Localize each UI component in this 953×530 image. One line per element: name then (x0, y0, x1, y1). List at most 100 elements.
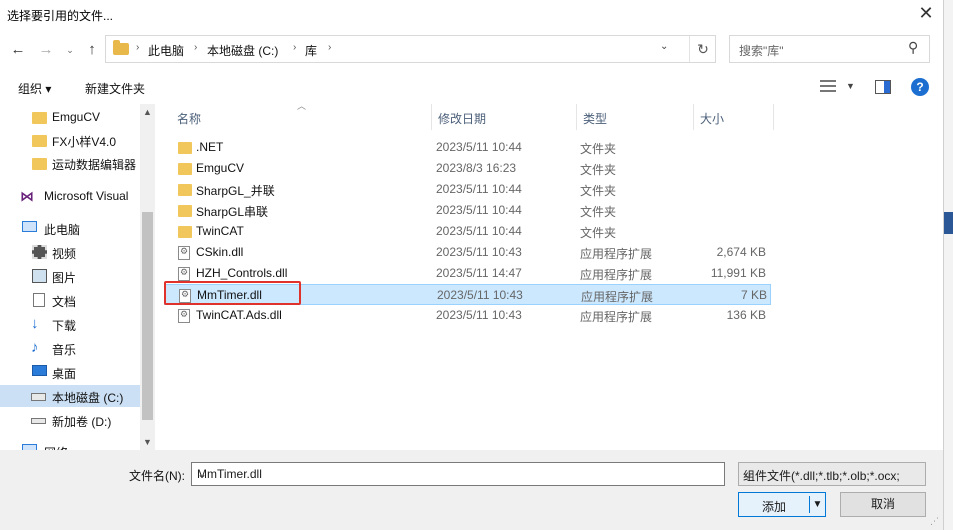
desktop-icon (32, 365, 47, 376)
chevron-right-icon[interactable]: › (293, 42, 296, 53)
chevron-right-icon[interactable]: › (194, 42, 197, 53)
sidebar-item-visual-studio[interactable]: ⋈ Microsoft Visual (0, 185, 140, 207)
dll-file-icon (178, 267, 190, 281)
sidebar-item-emgucv[interactable]: EmguCV (0, 106, 140, 128)
file-list: ︿ 名称 修改日期 类型 大小 .NET 2023/5/11 10:44 文件夹 Em… (155, 101, 943, 450)
address-dropdown-icon[interactable]: ⌄ (660, 41, 668, 52)
file-row[interactable]: EmguCV 2023/8/3 16:23 文件夹 (164, 158, 771, 179)
sidebar-item-label: FX小样V4.0 (52, 135, 117, 149)
file-type: 应用程序扩展 (580, 310, 653, 324)
sidebar-item-fx[interactable]: FX小样V4.0 (0, 129, 140, 151)
address-bar[interactable]: › 此电脑 › 本地磁盘 (C:) › 库 › ⌄ ↻ (105, 35, 716, 63)
file-size: 2,674 KB (716, 245, 766, 259)
folder-icon (178, 226, 192, 238)
sidebar-item-pictures[interactable]: 图片 (0, 265, 140, 287)
chevron-down-icon[interactable]: ⌄ (197, 467, 207, 481)
filetype-value: 组件文件(*.dll;*.tlb;*.olb;*.ocx; (743, 469, 900, 483)
filetype-select[interactable]: 组件文件(*.dll;*.tlb;*.olb;*.ocx; ⌄ (738, 462, 926, 486)
sidebar-item-label: 桌面 (52, 367, 77, 381)
file-modified-date: 2023/5/11 10:43 (436, 308, 522, 322)
add-button-label[interactable]: 添加 (739, 498, 809, 515)
add-button[interactable]: 添加 ▼ (738, 492, 826, 517)
recent-locations-chevron-icon[interactable]: ⌄ (64, 40, 76, 60)
filename-field[interactable]: MmTimer.dll ⌄ (191, 462, 725, 486)
breadcrumb-local-disk[interactable]: 本地磁盘 (C:) (207, 42, 278, 59)
column-header-name[interactable]: 名称 (171, 104, 432, 130)
background-window-strip (943, 0, 953, 530)
resize-grip-icon[interactable]: ⋰ (930, 516, 939, 527)
file-row[interactable]: .NET 2023/5/11 10:44 文件夹 (164, 137, 771, 158)
sidebar-item-label: 下载 (52, 319, 77, 333)
sidebar-item-local-disk-c[interactable]: 本地磁盘 (C:) (0, 385, 140, 407)
file-size: 11,991 KB (710, 266, 766, 280)
help-icon[interactable]: ? (911, 78, 929, 96)
refresh-icon[interactable]: ↻ (689, 36, 716, 62)
folder-icon (178, 184, 192, 196)
file-type: 文件夹 (580, 142, 617, 156)
sidebar-item-network[interactable]: 网络 (0, 440, 140, 450)
view-options-icon[interactable] (820, 80, 836, 93)
sidebar-item-downloads[interactable]: ↓ 下载 (0, 313, 140, 335)
breadcrumb-library[interactable]: 库 (305, 42, 317, 59)
folder-icon (178, 142, 192, 154)
download-icon: ↓ (31, 315, 39, 332)
file-row[interactable]: SharpGL_并联 2023/5/11 10:44 文件夹 (164, 179, 771, 200)
column-header-size[interactable]: 大小 (694, 104, 774, 130)
file-row[interactable]: TwinCAT 2023/5/11 10:44 文件夹 (164, 221, 771, 242)
file-row[interactable]: TwinCAT.Ads.dll 2023/5/11 10:43 应用程序扩展 136 … (164, 305, 771, 326)
file-name: .NET (196, 140, 224, 154)
search-icon[interactable]: ⚲ (908, 39, 918, 56)
sidebar-item-label: EmguCV (52, 110, 101, 124)
scroll-up-icon[interactable]: ▲ (143, 107, 152, 117)
scrollbar-thumb[interactable] (142, 212, 153, 420)
chevron-down-icon[interactable]: ⌄ (743, 467, 753, 481)
sidebar-item-videos[interactable]: 视频 (0, 241, 140, 263)
column-header-label: 名称 (177, 112, 202, 126)
file-type: 应用程序扩展 (580, 247, 653, 261)
sidebar-item-label: 本地磁盘 (C:) (52, 391, 124, 405)
organize-button[interactable]: 组织 ▾ (18, 80, 51, 97)
file-modified-date: 2023/5/11 10:43 (436, 245, 522, 259)
drive-icon (31, 393, 46, 401)
sidebar-item-new-volume-d[interactable]: 新加卷 (D:) (0, 409, 140, 431)
dll-file-icon (178, 309, 190, 323)
chevron-right-icon[interactable]: › (328, 42, 331, 53)
breadcrumb-this-pc[interactable]: 此电脑 (148, 42, 184, 59)
chevron-right-icon[interactable]: › (136, 42, 139, 53)
sidebar-item-music[interactable]: ♪ 音乐 (0, 337, 140, 359)
filename-label: 文件名(N): (129, 469, 185, 483)
folder-icon (32, 158, 47, 170)
file-row[interactable]: CSkin.dll 2023/5/11 10:43 应用程序扩展 2,674 KB (164, 242, 771, 263)
search-box[interactable]: 搜索"库" ⚲ (729, 35, 930, 63)
new-folder-button[interactable]: 新建文件夹 (85, 80, 145, 97)
column-header-type[interactable]: 类型 (577, 104, 694, 130)
cancel-button[interactable]: 取消 (840, 492, 926, 517)
file-name: EmguCV (196, 161, 245, 175)
column-header-date[interactable]: 修改日期 (432, 104, 577, 130)
navigation-pane: EmguCV FX小样V4.0 运动数据编辑器 ⋈ Microsoft Visu… (0, 104, 155, 450)
sidebar-item-this-pc[interactable]: 此电脑 (0, 217, 140, 239)
scroll-down-icon[interactable]: ▼ (143, 437, 152, 447)
document-icon (33, 293, 45, 307)
sidebar-item-documents[interactable]: 文档 (0, 289, 140, 311)
file-name: TwinCAT.Ads.dll (196, 308, 282, 322)
search-input[interactable]: 搜索"库" (739, 42, 784, 59)
close-icon[interactable]: ✕ (914, 2, 938, 24)
sidebar-scrollbar[interactable]: ▲ ▼ (140, 104, 155, 450)
picture-icon (32, 269, 47, 283)
up-arrow-icon[interactable]: ↑ (84, 40, 100, 60)
back-arrow-icon[interactable]: ← (10, 40, 26, 60)
file-type: 应用程序扩展 (581, 290, 654, 304)
sidebar-item-desktop[interactable]: 桌面 (0, 361, 140, 383)
folder-icon (32, 112, 47, 124)
view-dropdown-icon[interactable]: ▼ (846, 81, 855, 91)
file-row[interactable]: SharpGL串联 2023/5/11 10:44 文件夹 (164, 200, 771, 221)
preview-pane-icon[interactable] (875, 80, 891, 94)
forward-arrow-icon[interactable]: → (38, 40, 54, 60)
dialog-title: 选择要引用的文件... (7, 9, 114, 23)
sidebar-item-motion-editor[interactable]: 运动数据编辑器 (0, 152, 140, 174)
video-icon (32, 245, 47, 259)
folder-icon (32, 135, 47, 147)
add-dropdown-icon[interactable]: ▼ (809, 496, 825, 513)
dll-file-icon (178, 246, 190, 260)
